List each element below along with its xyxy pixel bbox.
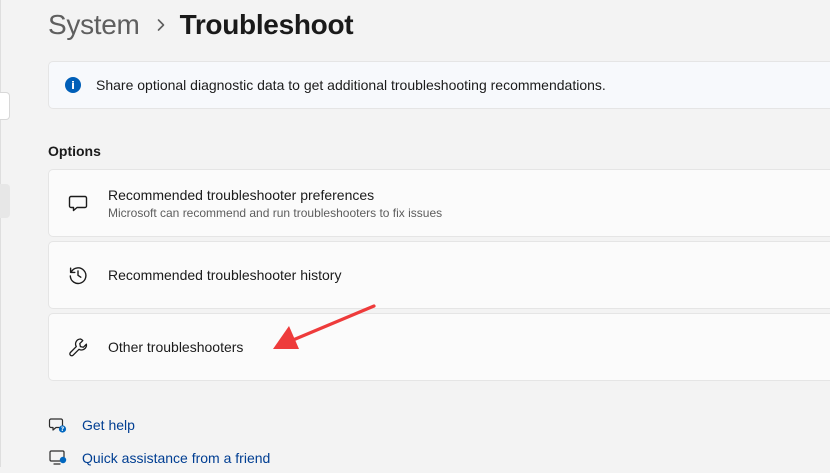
option-text: Recommended troubleshooter history: [108, 242, 341, 308]
get-help-label[interactable]: Get help: [82, 417, 135, 433]
nav-selected-item-edge[interactable]: [0, 184, 10, 218]
wrench-icon: [67, 336, 89, 358]
window-edge-divider: [0, 0, 1, 467]
breadcrumb: System Troubleshoot: [48, 6, 354, 44]
get-help-icon: ?: [48, 415, 68, 435]
option-text: Other troubleshooters: [108, 314, 243, 380]
info-bar-message: Share optional diagnostic data to get ad…: [96, 77, 606, 93]
option-recommended-troubleshooter-preferences[interactable]: Recommended troubleshooter preferences M…: [48, 169, 830, 237]
page-title: Troubleshoot: [179, 9, 354, 40]
option-title: Other troubleshooters: [108, 339, 244, 355]
option-other-troubleshooters[interactable]: Other troubleshooters: [48, 313, 830, 381]
option-title: Recommended troubleshooter history: [108, 267, 342, 283]
svg-text:?: ?: [61, 426, 65, 433]
options-heading: Options: [48, 143, 101, 159]
info-icon: i: [65, 77, 81, 93]
info-bar: i Share optional diagnostic data to get …: [48, 61, 830, 109]
option-text: Recommended troubleshooter preferences M…: [108, 170, 442, 236]
option-recommended-troubleshooter-history[interactable]: Recommended troubleshooter history: [48, 241, 830, 309]
quick-assistance-link[interactable]: Quick assistance from a friend: [48, 447, 270, 469]
option-title: Recommended troubleshooter preferences: [108, 186, 375, 203]
quick-assistance-label[interactable]: Quick assistance from a friend: [82, 450, 270, 466]
get-help-link[interactable]: ? Get help: [48, 414, 135, 436]
chat-bubble-icon: [67, 192, 89, 214]
nav-search-box-edge[interactable]: [0, 92, 10, 120]
breadcrumb-system[interactable]: System: [48, 9, 140, 41]
option-description: Microsoft can recommend and run troubles…: [108, 205, 443, 220]
chevron-right-icon: [156, 18, 166, 32]
quick-assist-icon: [48, 448, 68, 468]
history-icon: [67, 264, 89, 286]
